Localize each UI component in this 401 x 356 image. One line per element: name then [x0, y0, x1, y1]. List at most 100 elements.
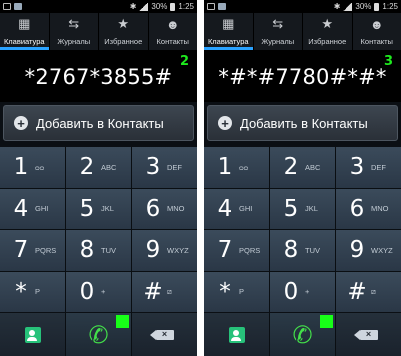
dialer-action-bar: ✆ × — [0, 313, 197, 356]
key-digit: 6 — [349, 195, 365, 222]
status-bar: ✱ 30% 1:25 — [0, 0, 197, 13]
call-button[interactable]: ✆ — [270, 313, 335, 356]
key-letters: ABC — [101, 162, 117, 172]
key-9[interactable]: 9 WXYZ — [336, 230, 401, 271]
key-letters: PQRS — [239, 245, 261, 255]
plus-icon: + — [218, 116, 232, 130]
tab-keypad[interactable]: ▦ Клавиатура — [204, 13, 254, 50]
key-letters: JKL — [101, 204, 114, 214]
key-5[interactable]: 5 JKL — [270, 188, 335, 229]
key-1[interactable]: 1 ᴑᴑ — [0, 147, 65, 188]
dialer-tabs: ▦ Клавиатура ⇆ Журналы ★ Избранное ☻ Кон… — [204, 13, 401, 50]
dialpad-icon: ▦ — [222, 16, 235, 31]
star-icon: ★ — [117, 16, 130, 31]
dialed-code: *#*#7780#*#* — [218, 65, 387, 89]
battery-icon — [374, 2, 380, 11]
tab-favorites[interactable]: ★ Избранное — [303, 13, 353, 50]
tab-label: Контакты — [156, 37, 189, 46]
key-1[interactable]: 1 ᴑᴑ — [204, 147, 269, 188]
mute-icon: ⧄ — [167, 286, 172, 296]
key-digit: 1 — [217, 154, 233, 181]
key-3[interactable]: 3 DEF — [132, 147, 197, 188]
key-hash[interactable]: # ⧄ — [336, 271, 401, 312]
notification-icon — [3, 3, 11, 10]
key-3[interactable]: 3 DEF — [336, 147, 401, 188]
key-letters: JKL — [305, 204, 318, 214]
tab-label: Клавиатура — [3, 37, 45, 46]
key-digit: 5 — [79, 195, 95, 222]
voicemail-icon: ᴑᴑ — [239, 162, 249, 172]
key-digit: 9 — [349, 237, 365, 264]
key-letters: MNO — [167, 204, 185, 214]
key-9[interactable]: 9 WXYZ — [132, 230, 197, 271]
keypad: 1 ᴑᴑ 2 ABC 3 DEF 4 GHI 5 JKL 6 MNO 7 PQRS 8 TUV … — [204, 147, 401, 312]
add-to-contacts-button[interactable]: + Добавить в Контакты — [3, 105, 194, 141]
add-to-contacts-button[interactable]: + Добавить в Контакты — [207, 105, 398, 141]
add-to-contacts-label: Добавить в Контакты — [36, 115, 164, 131]
dialer-screen-left: ✱ 30% 1:25 ▦ Клавиатура ⇆ Журналы ★ Избр… — [0, 0, 197, 356]
key-star[interactable]: * P — [204, 271, 269, 312]
key-7[interactable]: 7 PQRS — [0, 230, 65, 271]
key-6[interactable]: 6 MNO — [336, 188, 401, 229]
key-digit: 7 — [217, 237, 233, 264]
key-7[interactable]: 7 PQRS — [204, 230, 269, 271]
key-digit: * — [219, 278, 231, 305]
tab-contacts[interactable]: ☻ Контакты — [353, 13, 401, 50]
divider — [197, 0, 204, 356]
star-icon: ★ — [321, 16, 334, 31]
backspace-button[interactable]: × — [132, 313, 197, 356]
key-0[interactable]: 0 + — [270, 271, 335, 312]
keypad: 1 ᴑᴑ 2 ABC 3 DEF 4 GHI 5 JKL 6 MNO 7 PQRS 8 TUV … — [0, 147, 197, 312]
key-hash[interactable]: # ⧄ — [132, 271, 197, 312]
key-letters: + — [305, 287, 310, 297]
bluetooth-icon: ✱ — [129, 2, 137, 11]
tab-favorites[interactable]: ★ Избранное — [99, 13, 149, 50]
phone-icon: ✆ — [292, 320, 313, 349]
dialer-tabs: ▦ Клавиатура ⇆ Журналы ★ Избранное ☻ Кон… — [0, 13, 197, 50]
contacts-button[interactable] — [0, 313, 65, 356]
key-digit: 1 — [13, 154, 29, 181]
key-8[interactable]: 8 TUV — [66, 230, 131, 271]
key-4[interactable]: 4 GHI — [0, 188, 65, 229]
key-6[interactable]: 6 MNO — [132, 188, 197, 229]
tab-label: Избранное — [104, 37, 143, 46]
backspace-icon: × — [149, 329, 174, 340]
call-log-icon: ⇆ — [272, 16, 284, 31]
voicemail-icon: ᴑᴑ — [35, 162, 45, 172]
key-letters: GHI — [35, 204, 49, 214]
person-icon: ☻ — [369, 16, 384, 32]
key-5[interactable]: 5 JKL — [66, 188, 131, 229]
green-marker — [116, 315, 129, 328]
key-2[interactable]: 2 ABC — [66, 147, 131, 188]
tab-logs[interactable]: ⇆ Журналы — [50, 13, 99, 50]
step-number: 3 — [383, 54, 393, 69]
tab-logs[interactable]: ⇆ Журналы — [254, 13, 303, 50]
backspace-button[interactable]: × — [336, 313, 401, 356]
tab-label: Журналы — [57, 37, 91, 46]
key-letters: P — [35, 287, 41, 297]
key-0[interactable]: 0 + — [66, 271, 131, 312]
dialed-number-display: *2767*3855# 2 — [0, 50, 197, 102]
battery-icon — [170, 2, 176, 11]
contacts-button[interactable] — [204, 313, 269, 356]
notification-icon — [14, 3, 22, 10]
call-button[interactable]: ✆ — [66, 313, 131, 356]
dialer-action-bar: ✆ × — [204, 313, 401, 356]
tab-keypad[interactable]: ▦ Клавиатура — [0, 13, 50, 50]
key-letters: ABC — [305, 162, 321, 172]
mute-icon: ⧄ — [371, 286, 376, 296]
key-digit: * — [15, 278, 27, 305]
key-8[interactable]: 8 TUV — [270, 230, 335, 271]
tab-contacts[interactable]: ☻ Контакты — [149, 13, 198, 50]
key-4[interactable]: 4 GHI — [204, 188, 269, 229]
key-digit: 2 — [79, 154, 95, 181]
key-digit: 4 — [217, 195, 233, 222]
key-letters: TUV — [101, 245, 116, 255]
key-letters: TUV — [305, 245, 320, 255]
key-star[interactable]: * P — [0, 271, 65, 312]
key-digit: 2 — [283, 154, 299, 181]
key-digit: 9 — [145, 237, 161, 264]
key-letters: WXYZ — [371, 245, 393, 255]
key-2[interactable]: 2 ABC — [270, 147, 335, 188]
green-marker — [320, 315, 333, 328]
